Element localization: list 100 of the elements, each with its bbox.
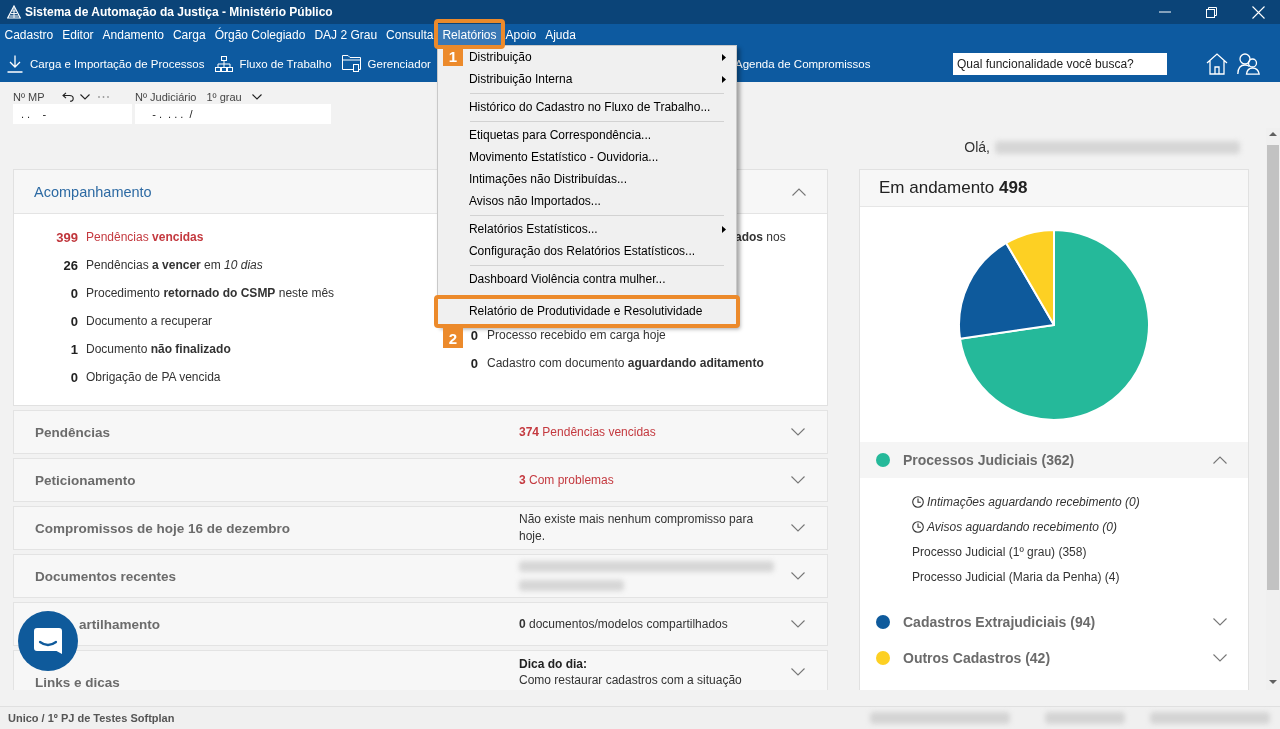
stat-count: 0 — [69, 313, 78, 329]
menu-option[interactable]: Distribuição Interna — [437, 68, 736, 90]
scroll-up-icon[interactable] — [1269, 132, 1277, 136]
section-title: Documentos recentes — [34, 568, 178, 584]
download-icon — [7, 54, 23, 73]
toolbar-button[interactable]: Gerenciador — [341, 55, 431, 72]
users-icon[interactable] — [1237, 52, 1260, 75]
chevron-icon[interactable] — [791, 620, 805, 628]
menu-item[interactable]: Cadastro — [0, 24, 58, 45]
stat-label[interactable]: Processo recebido em carga hoje — [487, 328, 666, 342]
card-title: Acompanhamento — [34, 183, 152, 200]
menu-item[interactable]: Órgão Colegiado — [210, 24, 310, 45]
stat-label[interactable]: Cadastro com documento aguardando aditamento — [487, 356, 764, 370]
chat-icon[interactable] — [18, 611, 78, 671]
input-field[interactable]: - . . . . / — [135, 104, 331, 124]
menu-item[interactable]: Ajuda — [540, 24, 581, 45]
legend-label[interactable]: Outros Cadastros (42) — [903, 650, 1051, 666]
restore-icon[interactable] — [1206, 6, 1217, 18]
stat-count: 26 — [62, 257, 78, 273]
stat-count: 1 — [69, 341, 78, 357]
instance-selector[interactable]: 1º grau — [206, 91, 242, 103]
legend-header[interactable]: Processos Judiciais (362) — [860, 442, 1248, 478]
section-title: Compromissos de hoje 16 de dezembro — [34, 520, 292, 536]
field-label: Nº MP — [13, 91, 45, 103]
section-bar[interactable]: artilhamento 0 documentos/modelos compartilhados — [13, 602, 828, 646]
stat-label[interactable]: Pendências vencidas — [86, 230, 204, 244]
logo-icon — [7, 5, 21, 19]
menu-item[interactable]: Apoio — [501, 24, 541, 45]
menu-option[interactable]: Configuração dos Relatórios Estatísticos... — [437, 240, 736, 262]
stat-count: 0 — [69, 369, 78, 385]
chevron-icon[interactable] — [791, 476, 805, 484]
toolbar-button[interactable]: Carga e Importação de Processos — [7, 54, 205, 73]
status-text: Unico / 1º PJ de Testes Softplan — [8, 712, 175, 724]
menu-option[interactable]: Histórico do Cadastro no Fluxo de Trabalho... — [437, 96, 736, 118]
folder-icon — [341, 55, 361, 72]
menu-option[interactable]: Relatório de Produtividade e Resolutividade — [437, 300, 736, 322]
chevron-icon[interactable] — [791, 428, 805, 436]
chevron-icon[interactable] — [792, 187, 806, 196]
submenu-arrow-icon — [721, 75, 726, 83]
clock-icon — [912, 520, 924, 533]
stat-label[interactable]: Documento a recuperar — [86, 314, 213, 328]
section-bar[interactable]: Links e dicas Dica do dia: Como restaurar cadastros com a situação — [13, 650, 828, 690]
menu-item[interactable]: Carga — [168, 24, 211, 45]
section-summary: 0 documentos/modelos compartilhados — [519, 615, 729, 633]
hierarchy-icon — [214, 55, 233, 72]
chevron-icon[interactable] — [1213, 456, 1227, 464]
home-icon[interactable] — [1206, 52, 1228, 75]
legend-label[interactable]: Processos Judiciais (362) — [903, 452, 1075, 468]
section-summary: 3 Com problemas — [519, 471, 615, 489]
legend-subitem[interactable]: Processo Judicial (Maria da Penha) (4) — [912, 569, 1120, 584]
menu-option[interactable]: Intimações não Distribuídas... — [437, 168, 736, 190]
section-title: Pendências — [34, 424, 112, 440]
section-bar[interactable]: Compromissos de hoje 16 de dezembro Não existe mais nenhum compromisso para hoje. — [13, 506, 828, 550]
chevron-down-icon[interactable] — [79, 94, 90, 100]
chevron-icon[interactable] — [791, 524, 805, 532]
legend-subitem[interactable]: Processo Judicial (1º grau) (358) — [912, 544, 1087, 559]
toolbar-button[interactable]: Agenda de Compromissos — [735, 57, 871, 70]
stat-label[interactable]: Obrigação de PA vencida — [86, 370, 221, 384]
window-title: Sistema de Automação da Justiça - Ministério Público — [25, 5, 333, 19]
chevron-icon[interactable] — [1213, 654, 1227, 662]
menu-option[interactable]: Dashboard Violência contra mulher... — [437, 268, 736, 290]
menu-item[interactable]: DAJ 2 Grau — [309, 24, 382, 45]
scroll-thumb[interactable] — [1267, 145, 1279, 590]
toolbar-button[interactable]: Fluxo de Trabalho — [214, 55, 332, 72]
chevron-down-icon[interactable] — [251, 94, 262, 100]
menu-item[interactable]: Relatórios — [437, 24, 501, 45]
section-summary: 374 Pendências vencidas — [519, 423, 657, 441]
menu-item[interactable]: Editor — [57, 24, 99, 45]
menu-option[interactable]: Relatórios Estatísticos... — [437, 218, 736, 240]
legend-subitem[interactable]: Avisos aguardando recebimento (0) — [927, 519, 1117, 534]
menu-item[interactable]: Andamento — [98, 24, 169, 45]
tip-text: Como restaurar cadastros com a situação — [519, 672, 743, 688]
chevron-icon[interactable] — [1213, 618, 1227, 626]
panel-title: Em andamento 498 — [879, 178, 1028, 198]
menu-item[interactable]: Consulta — [381, 24, 438, 45]
stat-label[interactable]: Procedimento retornado do CSMP neste mês — [86, 286, 335, 300]
legend-label[interactable]: Cadastros Extrajudiciais (94) — [903, 614, 1096, 630]
menu-option[interactable]: Etiquetas para Correspondência... — [437, 124, 736, 146]
tip-title: Dica do dia: — [519, 656, 588, 672]
submenu-arrow-icon — [721, 225, 726, 233]
callout-number: 1 — [442, 46, 463, 66]
greeting-text: Olá, — [964, 139, 990, 155]
section-bar[interactable]: Pendências 374 Pendências vencidas — [13, 410, 828, 454]
chevron-icon[interactable] — [791, 668, 805, 676]
menu-option[interactable]: Movimento Estatístico - Ouvidoria... — [437, 146, 736, 168]
stat-label[interactable]: Pendências a vencer em 10 dias — [86, 258, 263, 272]
scroll-down-icon[interactable] — [1269, 680, 1277, 684]
chevron-icon[interactable] — [791, 572, 805, 580]
section-bar[interactable]: Documentos recentes — [13, 554, 828, 598]
stat-count: 0 — [69, 285, 78, 301]
close-icon[interactable] — [1252, 5, 1265, 19]
search-field[interactable]: Qual funcionalidade você busca? — [953, 52, 1167, 75]
menu-option[interactable]: Avisos não Importados... — [437, 190, 736, 212]
section-bar[interactable]: Peticionamento 3 Com problemas — [13, 458, 828, 502]
undo-icon[interactable] — [61, 92, 74, 102]
stat-label[interactable]: Documento não finalizado — [86, 342, 231, 356]
field-label: Nº Judiciário — [135, 91, 197, 103]
legend-subitem[interactable]: Intimações aguardando recebimento (0) — [927, 494, 1140, 509]
stat-count: 0 — [470, 355, 478, 371]
input-field[interactable]: . . - — [13, 104, 132, 124]
